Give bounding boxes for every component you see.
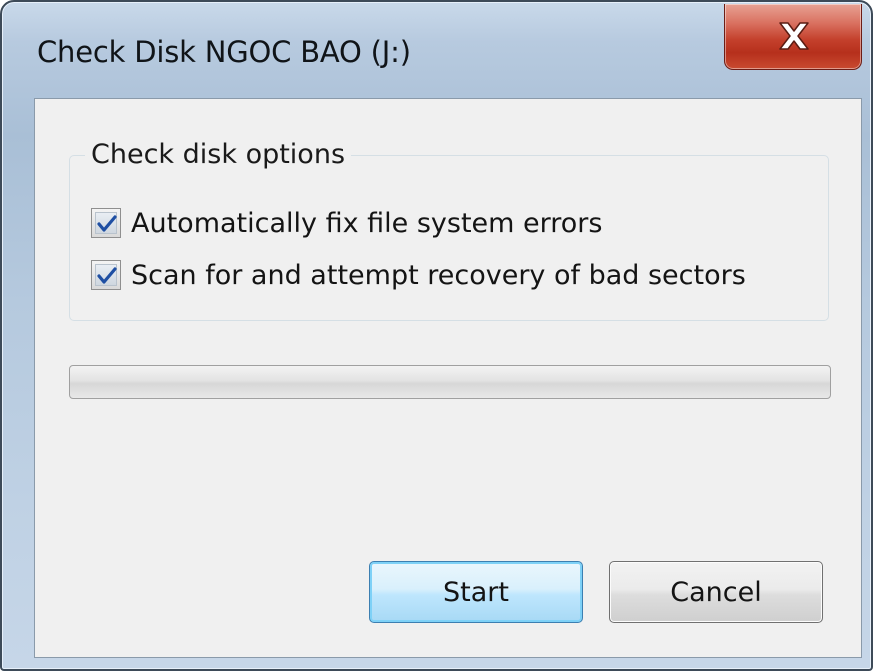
- scan-bad-sectors-checkbox[interactable]: [91, 260, 121, 290]
- scan-bad-sectors-option[interactable]: Scan for and attempt recovery of bad sec…: [91, 257, 746, 293]
- title-bar[interactable]: Check Disk NGOC BAO (J:): [2, 2, 871, 94]
- group-label: Check disk options: [85, 139, 352, 170]
- fix-errors-label: Automatically fix file system errors: [131, 207, 603, 239]
- dialog-content: Check disk options Automatically fix fil…: [34, 98, 862, 658]
- dialog-window: Check Disk NGOC BAO (J:) Check disk opti…: [0, 0, 873, 671]
- close-button[interactable]: [724, 4, 862, 70]
- scan-bad-sectors-label: Scan for and attempt recovery of bad sec…: [131, 259, 746, 291]
- start-button[interactable]: Start: [369, 561, 583, 623]
- checkmark-icon: [97, 267, 117, 284]
- fix-errors-checkbox[interactable]: [91, 208, 121, 238]
- cancel-button[interactable]: Cancel: [609, 561, 823, 623]
- window-title: Check Disk NGOC BAO (J:): [37, 35, 411, 69]
- fix-errors-option[interactable]: Automatically fix file system errors: [91, 205, 602, 241]
- checkmark-icon: [97, 215, 117, 232]
- progress-bar: [69, 365, 831, 399]
